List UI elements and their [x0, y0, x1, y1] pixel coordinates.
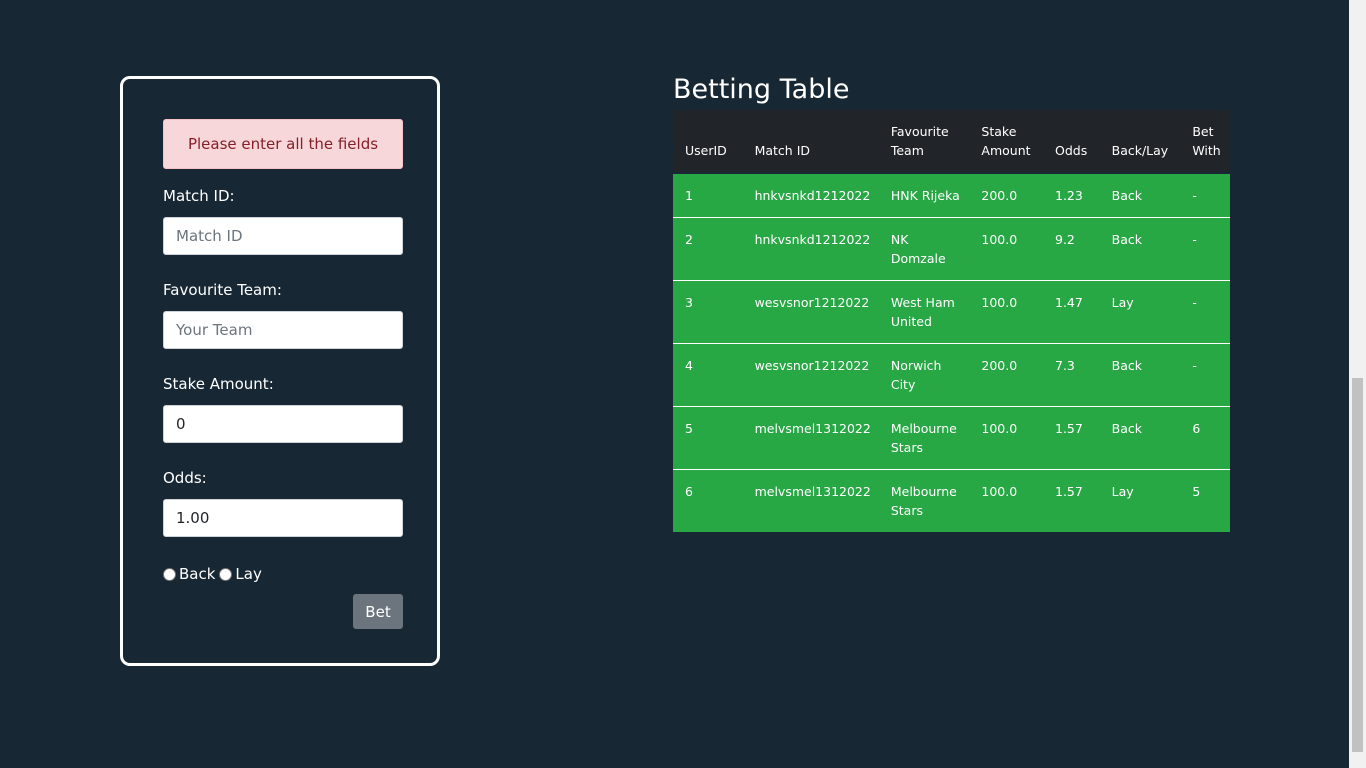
cell-favourite-team: West Ham United: [878, 280, 970, 344]
cell-bet-with: -: [1180, 280, 1230, 344]
cell-stake-amount: 200.0: [969, 173, 1043, 218]
match-id-label: Match ID:: [163, 187, 235, 205]
scrollbar-thumb[interactable]: [1352, 378, 1363, 752]
back-lay-radio-group: Back Lay: [163, 565, 266, 583]
cell-back-lay: Lay: [1099, 469, 1181, 532]
cell-stake-amount: 100.0: [969, 217, 1043, 281]
cell-match-id: hnkvsnkd1212022: [742, 173, 879, 218]
table-row: 4 wesvsnor1212022 Norwich City 200.0 7.3…: [673, 343, 1230, 407]
header-userid: UserID: [673, 110, 743, 174]
cell-bet-with: -: [1180, 217, 1230, 281]
error-alert: Please enter all the fields: [163, 119, 403, 169]
lay-radio-label: Lay: [235, 565, 262, 583]
cell-userid: 1: [673, 173, 743, 218]
table-title: Betting Table: [673, 74, 850, 105]
cell-back-lay: Back: [1099, 343, 1181, 407]
bet-button[interactable]: Bet: [353, 594, 403, 629]
cell-bet-with: 6: [1180, 406, 1230, 470]
cell-odds: 9.2: [1043, 217, 1100, 281]
cell-back-lay: Back: [1099, 217, 1181, 281]
bet-form-card: Please enter all the fields Match ID: Fa…: [120, 76, 440, 666]
cell-odds: 7.3: [1043, 343, 1100, 407]
cell-back-lay: Lay: [1099, 280, 1181, 344]
back-radio-label: Back: [179, 565, 216, 583]
header-bet-with: Bet With: [1180, 110, 1230, 174]
cell-stake-amount: 100.0: [969, 469, 1043, 532]
table-row: 1 hnkvsnkd1212022 HNK Rijeka 200.0 1.23 …: [673, 173, 1230, 218]
odds-input[interactable]: [163, 499, 403, 537]
table-row: 6 melvsmel1312022 Melbourne Stars 100.0 …: [673, 469, 1230, 532]
cell-match-id: wesvsnor1212022: [742, 280, 879, 344]
cell-userid: 5: [673, 406, 743, 470]
lay-radio[interactable]: [219, 567, 233, 581]
header-favourite-team: Favourite Team: [878, 110, 970, 174]
cell-match-id: melvsmel1312022: [742, 469, 879, 532]
favourite-team-input[interactable]: [163, 311, 403, 349]
cell-favourite-team: Melbourne Stars: [878, 406, 970, 470]
page: Please enter all the fields Match ID: Fa…: [0, 0, 1366, 768]
betting-table: UserID Match ID Favourite Team Stake Amo…: [673, 110, 1230, 532]
table-header-row: UserID Match ID Favourite Team Stake Amo…: [673, 110, 1230, 174]
cell-odds: 1.23: [1043, 173, 1100, 218]
cell-match-id: melvsmel1312022: [742, 406, 879, 470]
cell-userid: 6: [673, 469, 743, 532]
table-row: 5 melvsmel1312022 Melbourne Stars 100.0 …: [673, 406, 1230, 470]
cell-odds: 1.47: [1043, 280, 1100, 344]
cell-back-lay: Back: [1099, 406, 1181, 470]
cell-match-id: hnkvsnkd1212022: [742, 217, 879, 281]
table-row: 2 hnkvsnkd1212022 NK Domzale 100.0 9.2 B…: [673, 217, 1230, 281]
cell-favourite-team: NK Domzale: [878, 217, 970, 281]
back-radio[interactable]: [163, 567, 176, 581]
cell-userid: 3: [673, 280, 743, 344]
cell-bet-with: -: [1180, 343, 1230, 407]
cell-odds: 1.57: [1043, 469, 1100, 532]
cell-favourite-team: HNK Rijeka: [878, 173, 970, 218]
odds-label: Odds:: [163, 469, 207, 487]
cell-match-id: wesvsnor1212022: [742, 343, 879, 407]
cell-stake-amount: 100.0: [969, 280, 1043, 344]
cell-odds: 1.57: [1043, 406, 1100, 470]
cell-userid: 2: [673, 217, 743, 281]
favourite-team-label: Favourite Team:: [163, 281, 282, 299]
header-odds: Odds: [1043, 110, 1100, 174]
cell-stake-amount: 100.0: [969, 406, 1043, 470]
cell-bet-with: 5: [1180, 469, 1230, 532]
cell-stake-amount: 200.0: [969, 343, 1043, 407]
table-row: 3 wesvsnor1212022 West Ham United 100.0 …: [673, 280, 1230, 344]
page-scrollbar[interactable]: [1349, 0, 1366, 768]
cell-favourite-team: Melbourne Stars: [878, 469, 970, 532]
header-stake-amount: Stake Amount: [969, 110, 1043, 174]
cell-back-lay: Back: [1099, 173, 1181, 218]
cell-bet-with: -: [1180, 173, 1230, 218]
cell-userid: 4: [673, 343, 743, 407]
header-match-id: Match ID: [742, 110, 879, 174]
match-id-input[interactable]: [163, 217, 403, 255]
stake-amount-label: Stake Amount:: [163, 375, 274, 393]
cell-favourite-team: Norwich City: [878, 343, 970, 407]
header-back-lay: Back/Lay: [1099, 110, 1181, 174]
stake-amount-input[interactable]: [163, 405, 403, 443]
